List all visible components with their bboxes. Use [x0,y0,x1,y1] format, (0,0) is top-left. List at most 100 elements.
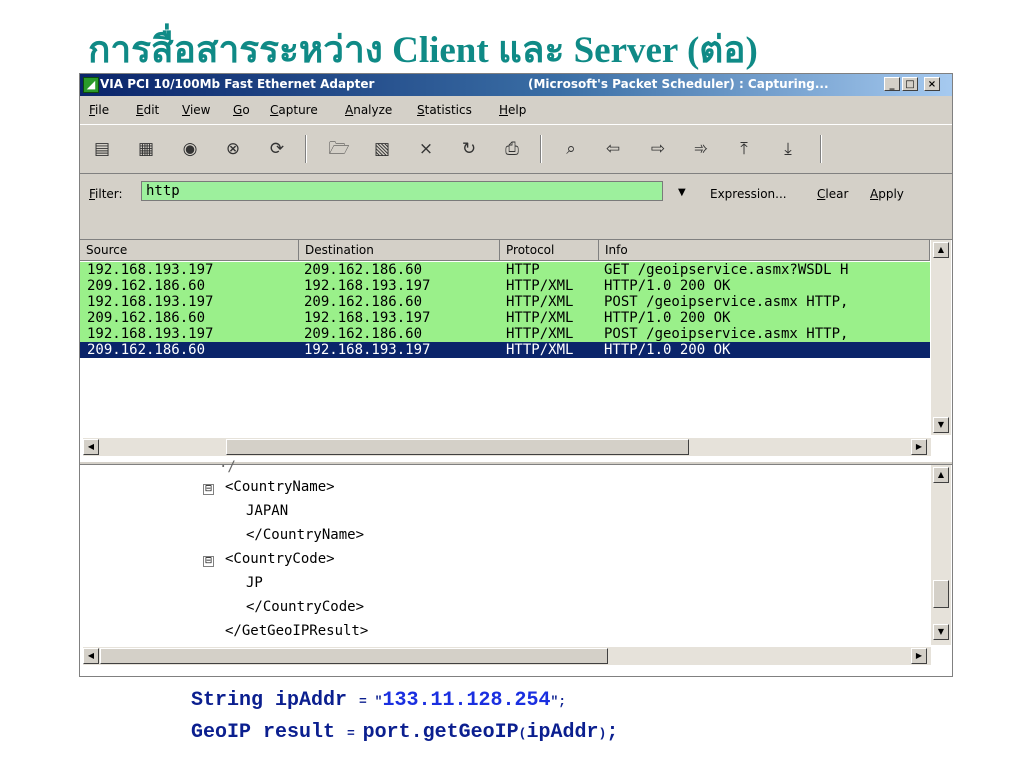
menu-file[interactable]: File [89,103,109,117]
packet-list: Source Destination Protocol Info 192.168… [80,239,952,462]
scroll-left-icon[interactable]: ◀ [83,648,99,664]
scroll-left-icon[interactable]: ◀ [83,439,99,455]
menu-view[interactable]: View [182,103,210,117]
row-destination: 192.168.193.197 [304,278,431,294]
scroll-up-icon[interactable]: ▲ [933,467,949,483]
menu-analyze[interactable]: Analyze [345,103,392,117]
toolbar-separator [820,135,822,163]
detail-line[interactable]: <CountryCode> [225,551,335,567]
go-back-icon[interactable]: ⇦ [602,138,624,160]
save-file-icon[interactable]: ▧ [371,138,393,160]
packet-row[interactable]: 209.162.186.60 192.168.193.197 HTTP/XML … [80,310,930,326]
row-source: 209.162.186.60 [87,278,206,294]
go-last-icon[interactable]: ⤓ [777,138,799,160]
scroll-down-icon[interactable]: ▼ [933,624,949,640]
row-protocol: HTTP/XML [506,294,574,310]
row-source: 209.162.186.60 [87,342,206,358]
filter-label: Filter: [89,187,123,201]
apply-button[interactable]: Apply [870,187,904,201]
print-icon[interactable]: ⎙ [501,138,523,160]
menu-bar: File Edit View Go Capture Analyze Statis… [80,97,952,123]
menu-statistics[interactable]: Statistics [417,103,472,117]
packet-row[interactable]: 192.168.193.197 209.162.186.60 HTTP GET … [80,262,930,278]
scroll-right-icon[interactable]: ▶ [911,439,927,455]
row-info: GET /geoipservice.asmx?WSDL H [604,262,849,278]
filter-input[interactable]: http [141,181,663,201]
go-first-icon[interactable]: ⤒ [733,138,755,160]
detail-line[interactable]: JAPAN [246,503,288,519]
restart-capture-icon[interactable]: ⟳ [266,138,288,160]
row-protocol: HTTP/XML [506,326,574,342]
detail-line[interactable]: </CountryName> [246,527,364,543]
row-protocol: HTTP/XML [506,278,574,294]
minimize-button[interactable]: _ [884,77,900,91]
packet-list-header: Source Destination Protocol Info [80,240,930,261]
go-to-packet-icon[interactable]: ➾ [690,138,712,160]
row-source: 209.162.186.60 [87,310,206,326]
packet-details-pane: ·/ ⊟ <CountryName> JAPAN </CountryName> … [80,459,952,676]
details-vscrollbar[interactable]: ▲ ▼ [931,465,951,645]
menu-edit[interactable]: Edit [136,103,159,117]
column-source[interactable]: Source [80,240,299,261]
wireshark-window: ◢ VIA PCI 10/100Mb Fast Ethernet Adapter… [79,73,953,677]
toolbar-separator [305,135,307,163]
row-source: 192.168.193.197 [87,326,214,342]
row-info: HTTP/1.0 200 OK [604,278,731,294]
find-packet-icon[interactable]: ⌕ [560,138,582,160]
title-bar[interactable]: ◢ VIA PCI 10/100Mb Fast Ethernet Adapter… [80,74,952,96]
start-capture-icon[interactable]: ◉ [179,138,201,160]
capture-options-icon[interactable]: ▦ [135,138,157,160]
collapse-icon[interactable]: ⊟ [203,556,214,567]
row-protocol: HTTP/XML [506,310,574,326]
reload-icon[interactable]: ↻ [458,138,480,160]
scroll-up-icon[interactable]: ▲ [933,242,949,258]
detail-line[interactable]: <CountryName> [225,479,335,495]
maximize-button[interactable]: □ [902,77,918,91]
row-protocol: HTTP/XML [506,342,574,358]
window-title-status: (Microsoft's Packet Scheduler) : Capturi… [528,77,829,91]
packet-row[interactable]: 192.168.193.197 209.162.186.60 HTTP/XML … [80,326,930,342]
menu-capture[interactable]: Capture [270,103,318,117]
main-toolbar: ▤ ▦ ◉ ⊗ ⟳ 🗁 ▧ × ↻ ⎙ ⌕ ⇦ ⇨ ➾ ⤒ ⤓ [80,124,952,174]
menu-go[interactable]: Go [233,103,250,117]
open-file-icon[interactable]: 🗁 [328,138,350,160]
column-protocol[interactable]: Protocol [500,240,599,261]
packet-row[interactable]: 209.162.186.60 192.168.193.197 HTTP/XML … [80,278,930,294]
vscroll-thumb[interactable] [933,580,949,608]
code-line-2: GeoIP result = port.getGeoIP(ipAddr); [191,721,619,744]
expression-button[interactable]: Expression... [710,187,787,201]
column-destination[interactable]: Destination [299,240,500,261]
interface-list-icon[interactable]: ▤ [91,138,113,160]
go-forward-icon[interactable]: ⇨ [647,138,669,160]
scroll-down-icon[interactable]: ▼ [933,417,949,433]
hscroll-thumb[interactable] [226,439,689,455]
filter-bar: Filter: http ▼ Expression... Clear Apply [80,177,952,209]
packet-row-selected[interactable]: 209.162.186.60 192.168.193.197 HTTP/XML … [80,342,930,358]
shark-fin-icon: ◢ [83,77,99,93]
close-file-icon[interactable]: × [415,138,437,160]
scroll-right-icon[interactable]: ▶ [911,648,927,664]
stop-capture-icon[interactable]: ⊗ [222,138,244,160]
detail-line[interactable]: </GetGeoIPResult> [225,623,368,639]
row-destination: 192.168.193.197 [304,310,431,326]
row-destination: 209.162.186.60 [304,262,423,278]
collapse-icon[interactable]: ⊟ [203,484,214,495]
packet-list-vscrollbar[interactable]: ▲ ▼ [931,240,951,435]
window-title-adapter: VIA PCI 10/100Mb Fast Ethernet Adapter [100,77,375,91]
filter-dropdown-icon[interactable]: ▼ [678,187,686,198]
clear-button[interactable]: Clear [817,187,848,201]
column-info[interactable]: Info [599,240,930,261]
code-line-1: String ipAddr = "133.11.128.254"; [191,689,567,712]
packet-list-hscrollbar[interactable]: ◀ ▶ [83,438,931,456]
detail-line[interactable]: JP [246,575,263,591]
row-source: 192.168.193.197 [87,262,214,278]
close-button[interactable]: × [924,77,940,91]
row-protocol: HTTP [506,262,540,278]
slide-title: การสื่อสารระหว่าง Client และ Server (ต่อ… [88,30,758,71]
row-destination: 209.162.186.60 [304,294,423,310]
hscroll-thumb[interactable] [100,648,608,664]
menu-help[interactable]: Help [499,103,526,117]
packet-row[interactable]: 192.168.193.197 209.162.186.60 HTTP/XML … [80,294,930,310]
details-hscrollbar[interactable]: ◀ ▶ [83,647,931,665]
detail-line[interactable]: </CountryCode> [246,599,364,615]
